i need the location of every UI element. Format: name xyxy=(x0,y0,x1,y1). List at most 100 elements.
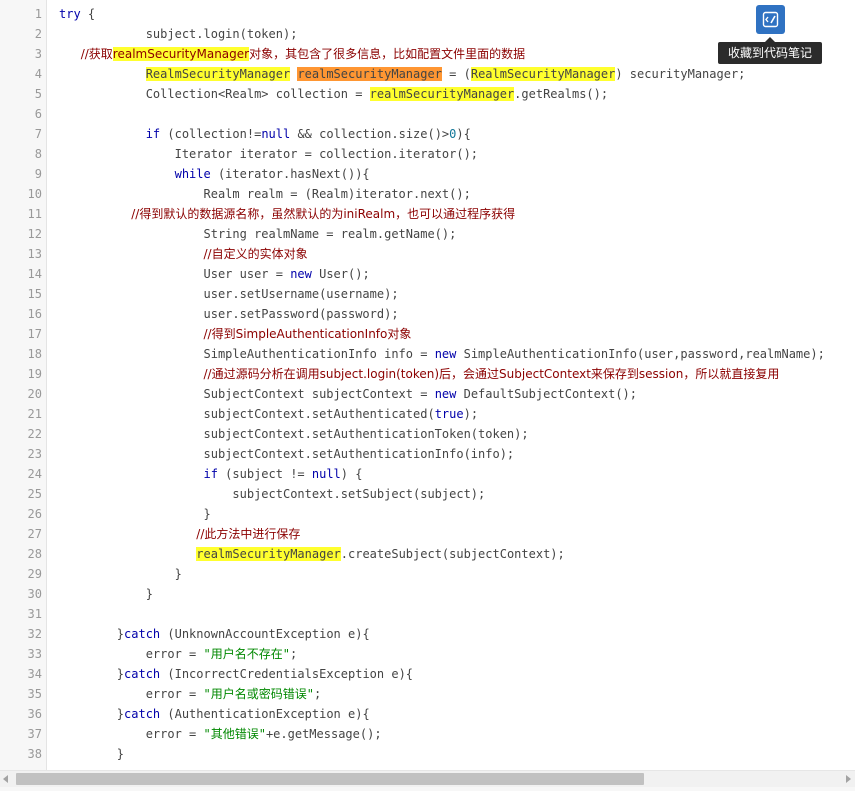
code-token: User(); xyxy=(311,267,370,281)
code-token: catch xyxy=(124,707,161,721)
code-line: User user = new User(); xyxy=(59,264,370,284)
code-line: //得到默认的数据源名称，虽然默认的为iniRealm，也可以通过程序获得 xyxy=(59,204,515,224)
horizontal-scrollbar[interactable] xyxy=(0,770,855,787)
scroll-left-arrow-icon[interactable] xyxy=(3,775,8,783)
code-token: null xyxy=(261,127,291,141)
code-token: RealmSecurityManager xyxy=(470,67,616,81)
code-token: (collection!= xyxy=(160,127,262,141)
code-token: null xyxy=(311,467,341,481)
code-line: Iterator iterator = collection.iterator(… xyxy=(59,144,478,164)
line-number: 31 xyxy=(27,607,42,621)
code-line: subjectContext.setSubject(subject); xyxy=(59,484,485,504)
code-line: subjectContext.setAuthenticationToken(to… xyxy=(59,424,529,444)
code-token: subjectContext.setAuthenticationInfo(inf… xyxy=(59,447,515,461)
scroll-right-arrow-icon[interactable] xyxy=(846,775,851,783)
line-number-gutter: 1 2 3 4 5 6 7 8 9 10 11 12 13 14 15 16 17 18 19 20 21 22 23 24 2… xyxy=(0,0,47,770)
code-line: error = "其他错误"+e.getMessage(); xyxy=(59,724,382,744)
code-line: } xyxy=(59,504,210,524)
line-number: 11 xyxy=(27,207,42,221)
line-number: 6 xyxy=(34,107,42,121)
code-line: error = "用户名不存在"; xyxy=(59,644,298,664)
code-token: +e.getMessage(); xyxy=(265,727,382,741)
line-number: 34 xyxy=(27,667,42,681)
collect-tooltip: 收藏到代码笔记 xyxy=(718,37,822,64)
line-number: 36 xyxy=(27,707,42,721)
code-token: if xyxy=(203,467,218,481)
code-line: Realm realm = (Realm)iterator.next(); xyxy=(59,184,470,204)
code-token: //得到默认的数据源名称，虽然默认的为iniRealm，也可以通过程序获得 xyxy=(131,207,516,221)
code-token: .getRealms(); xyxy=(514,87,609,101)
code-line: subject.login(token); xyxy=(59,24,298,44)
line-number: 5 xyxy=(34,87,42,101)
code-line: subjectContext.setAuthenticationInfo(inf… xyxy=(59,444,514,464)
line-number: 8 xyxy=(34,147,42,161)
code-token: realmSecurityManager xyxy=(369,87,515,101)
code-token: 对象，其包含了很多信息，比如配置文件里面的数据 xyxy=(249,47,526,61)
code-token: (subject != xyxy=(217,467,312,481)
code-token: ){ xyxy=(456,127,471,141)
line-number: 13 xyxy=(27,247,42,261)
scrollbar-thumb[interactable] xyxy=(16,773,644,785)
code-token: Iterator iterator = collection.iterator(… xyxy=(59,147,479,161)
code-line: realmSecurityManager.createSubject(subje… xyxy=(59,544,565,564)
code-token: //此方法中进行保存 xyxy=(196,527,301,541)
code-line: }catch (AuthenticationException e){ xyxy=(59,704,370,724)
line-number: 18 xyxy=(27,347,42,361)
code-line: } xyxy=(59,564,182,584)
code-token: realmSecurityManager xyxy=(196,547,341,561)
code-token: Collection<Realm> collection = xyxy=(59,87,370,101)
code-token: true xyxy=(434,407,464,421)
line-number: 22 xyxy=(27,427,42,441)
code-token: new xyxy=(434,387,457,401)
code-line: while (iterator.hasNext()){ xyxy=(59,164,370,184)
code-token: //获取 xyxy=(80,47,113,61)
line-number: 20 xyxy=(27,387,42,401)
line-number: 19 xyxy=(27,367,42,381)
line-number: 23 xyxy=(27,447,42,461)
line-number: 32 xyxy=(27,627,42,641)
code-token: (UnknownAccountException e){ xyxy=(160,627,370,641)
code-line: SubjectContext subjectContext = new Defa… xyxy=(59,384,637,404)
code-line: error = "用户名或密码错误"; xyxy=(59,684,322,704)
line-number: 1 xyxy=(34,7,42,21)
code-area[interactable]: try { subject.login(token); //获取realmSec… xyxy=(47,0,855,770)
code-token: realmSecurityManager xyxy=(112,47,250,61)
collect-code-note-button[interactable] xyxy=(756,5,785,34)
code-line: String realmName = realm.getName(); xyxy=(59,224,456,244)
line-number: 12 xyxy=(27,227,42,241)
line-number: 29 xyxy=(27,567,42,581)
code-token: subjectContext.setAuthenticationToken(to… xyxy=(59,427,529,441)
code-line: RealmSecurityManager realmSecurityManage… xyxy=(59,64,745,84)
line-number: 15 xyxy=(27,287,42,301)
code-token: } xyxy=(59,707,125,721)
code-token: = ( xyxy=(441,67,471,81)
code-token: if xyxy=(145,127,161,141)
code-line: if (collection!=null && collection.size(… xyxy=(59,124,471,144)
code-token: subjectContext.setAuthenticated( xyxy=(59,407,435,421)
code-token: SimpleAuthenticationInfo(user,password,r… xyxy=(456,347,825,361)
code-token: && collection.size()> xyxy=(290,127,450,141)
code-token: (iterator.hasNext()){ xyxy=(210,167,370,181)
code-line: subjectContext.setAuthenticated(true); xyxy=(59,404,478,424)
bottom-edge xyxy=(0,787,855,791)
code-token: RealmSecurityManager xyxy=(145,67,291,81)
code-token: (AuthenticationException e){ xyxy=(160,707,370,721)
code-token: //通过源码分析在调用subject.login(token)后，会通过Subj… xyxy=(203,367,780,381)
code-token: try xyxy=(59,7,81,21)
code-editor[interactable]: 1 2 3 4 5 6 7 8 9 10 11 12 13 14 15 16 17 18 19 20 21 22 23 24 2… xyxy=(0,0,855,770)
code-token: String realmName = realm.getName(); xyxy=(59,227,457,241)
line-number: 26 xyxy=(27,507,42,521)
code-line: SimpleAuthenticationInfo info = new Simp… xyxy=(59,344,825,364)
line-number: 3 xyxy=(34,47,42,61)
code-token: new xyxy=(434,347,457,361)
code-note-icon xyxy=(762,11,779,28)
code-token: DefaultSubjectContext(); xyxy=(456,387,637,401)
code-line: if (subject != null) { xyxy=(59,464,363,484)
code-token: SimpleAuthenticationInfo info = xyxy=(59,347,435,361)
